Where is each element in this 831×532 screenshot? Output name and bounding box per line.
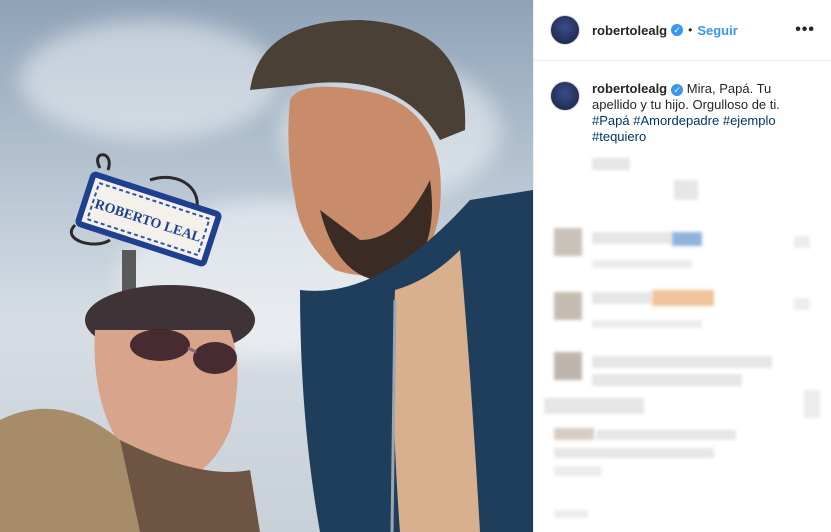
blurred-comment xyxy=(592,374,742,386)
blurred-comment xyxy=(652,290,714,306)
verified-icon: ✓ xyxy=(671,24,684,36)
caption-avatar[interactable] xyxy=(550,81,580,111)
caption-text-block: robertolealg ✓ Mira, Papá. Tu apellido y … xyxy=(592,81,792,145)
blurred-comment-meta xyxy=(592,320,702,328)
blurred-comment-meta xyxy=(592,260,692,268)
blurred-comment-avatar xyxy=(554,292,582,320)
blurred-comment-avatar xyxy=(554,352,582,380)
blurred-like-icon xyxy=(794,236,810,248)
caption-username[interactable]: robertolealg xyxy=(592,81,667,96)
blurred-comment xyxy=(592,232,672,244)
blurred-comment-meta xyxy=(554,510,588,518)
hashtag[interactable]: #Papá xyxy=(592,113,630,128)
blurred-timestamp xyxy=(592,158,630,170)
post-sidebar: robertolealg ✓ • Seguir ••• robertolealg… xyxy=(533,0,831,532)
avatar[interactable] xyxy=(550,15,580,45)
header-username[interactable]: robertolealg xyxy=(592,23,667,38)
blurred-comment xyxy=(554,448,714,458)
street-sign: ROBERTO LEAL xyxy=(75,171,222,267)
verified-icon: ✓ xyxy=(671,83,684,96)
more-options-icon[interactable]: ••• xyxy=(795,21,815,39)
blurred-comment-avatar xyxy=(554,228,582,256)
follow-button[interactable]: Seguir xyxy=(697,23,737,38)
blurred-comment-meta xyxy=(554,466,602,476)
blurred-comment xyxy=(592,292,652,304)
blurred-comment xyxy=(672,232,702,246)
hashtag[interactable]: #tequiero xyxy=(592,129,646,144)
hashtag[interactable]: #ejemplo xyxy=(723,113,776,128)
hashtag[interactable]: #Amordepadre xyxy=(633,113,719,128)
blurred-comment xyxy=(544,398,644,414)
blurred-loader xyxy=(674,180,698,200)
post-header: robertolealg ✓ • Seguir ••• xyxy=(534,0,831,61)
separator-dot: • xyxy=(688,23,693,37)
caption: robertolealg ✓ Mira, Papá. Tu apellido y … xyxy=(534,61,831,145)
blurred-comment xyxy=(596,430,736,440)
blurred-like-icon xyxy=(804,390,820,418)
blurred-comment xyxy=(592,356,772,368)
blurred-comment-avatar xyxy=(554,428,594,440)
photo-scene: ROBERTO LEAL xyxy=(0,20,533,532)
post-photo[interactable]: ROBERTO LEAL xyxy=(0,0,533,532)
blurred-like-icon xyxy=(794,298,810,310)
